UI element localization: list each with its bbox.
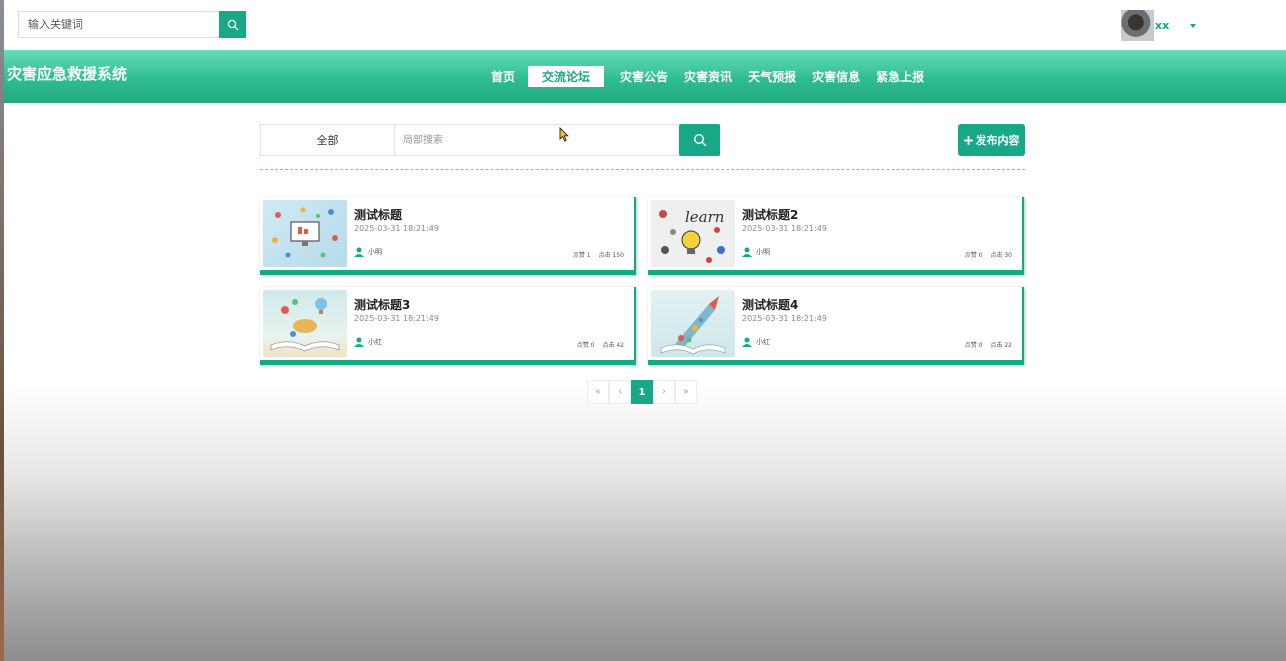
rocket-book-illustration-icon [660, 296, 726, 355]
local-search-input[interactable] [395, 125, 719, 155]
post-card[interactable]: 测试标题4 2025-03-31 18:21:49 小红 点赞 0 点击 22 [648, 287, 1024, 365]
page-current-button[interactable]: 1 [631, 380, 653, 404]
monitor-illustration-icon [272, 207, 338, 258]
page-prev-button[interactable]: ‹ [609, 380, 631, 404]
mouse-pointer-icon [559, 127, 569, 142]
nav-item-forum[interactable]: 交流论坛 [528, 66, 605, 87]
post-thumbnail[interactable]: learn [651, 200, 735, 267]
post-card[interactable]: 测试标题3 2025-03-31 18:21:49 小红 点赞 0 点击 42 [260, 287, 636, 365]
page-next-button[interactable]: › [653, 380, 675, 404]
global-search-button[interactable] [219, 11, 246, 38]
post-clicks: 点击 42 [602, 342, 624, 349]
post-author: 小明 [354, 247, 382, 257]
post-author-name: 小红 [368, 338, 382, 346]
post-clicks: 点击 30 [990, 252, 1012, 259]
user-icon [742, 337, 752, 347]
post-date: 2025-03-31 18:21:49 [354, 224, 439, 233]
post-author: 小明 [742, 247, 770, 257]
top-bar: xx [4, 0, 1286, 50]
post-title[interactable]: 测试标题4 [742, 296, 798, 313]
search-icon [227, 19, 238, 30]
global-search-input[interactable] [18, 11, 219, 38]
post-title[interactable]: 测试标题3 [354, 296, 410, 313]
user-icon [742, 247, 752, 257]
search-icon [693, 133, 706, 147]
nav-item-disaster-info[interactable]: 灾害信息 [812, 68, 860, 85]
post-date: 2025-03-31 18:21:49 [354, 314, 439, 323]
post-stats: 点赞 0 点击 22 [965, 340, 1012, 349]
post-card[interactable]: 测试标题 2025-03-31 18:21:49 小明 点赞 1 点击 150 [260, 197, 636, 275]
post-stats: 点赞 1 点击 150 [573, 250, 624, 259]
post-thumbnail[interactable] [263, 290, 347, 357]
nav-item-home[interactable]: 首页 [491, 68, 515, 85]
post-likes: 点赞 0 [576, 342, 595, 349]
post-stats: 点赞 0 点击 30 [965, 250, 1012, 259]
post-author: 小红 [742, 337, 770, 347]
user-menu[interactable]: xx [1121, 10, 1197, 41]
publish-button[interactable]: 发布内容 [958, 124, 1025, 156]
page-last-button[interactable]: » [675, 380, 697, 404]
post-author-name: 小明 [368, 248, 382, 256]
post-likes: 点赞 0 [964, 252, 983, 259]
open-book-illustration-icon [270, 298, 340, 352]
post-title[interactable]: 测试标题2 [742, 206, 798, 223]
post-author: 小红 [354, 337, 382, 347]
username[interactable]: xx [1155, 19, 1169, 32]
post-date: 2025-03-31 18:21:49 [742, 224, 827, 233]
post-clicks: 点击 150 [598, 252, 624, 259]
post-date: 2025-03-31 18:21:49 [742, 314, 827, 323]
svg-text:learn: learn [685, 208, 724, 226]
post-likes: 点赞 0 [964, 342, 983, 349]
user-icon [354, 337, 364, 347]
forum-toolbar: 全部 发布内容 [260, 124, 1025, 156]
post-thumbnail[interactable] [651, 290, 735, 357]
post-clicks: 点击 22 [990, 342, 1012, 349]
nav-item-weather[interactable]: 天气预报 [748, 68, 796, 85]
post-author-name: 小明 [756, 248, 770, 256]
global-search [18, 11, 246, 38]
post-card[interactable]: learn 测试标题2 2025-03-31 18:21:49 小明 点赞 0 … [648, 197, 1024, 275]
pagination: « ‹ 1 › » [587, 380, 697, 404]
post-stats: 点赞 0 点击 42 [577, 340, 624, 349]
local-search-button[interactable] [679, 124, 720, 156]
site-title: 灾害应急救援系统 [7, 65, 128, 83]
page-first-button[interactable]: « [587, 380, 609, 404]
filter-box: 全部 [260, 124, 720, 156]
avatar[interactable] [1121, 10, 1154, 41]
user-icon [354, 247, 364, 257]
nav-item-news[interactable]: 灾害资讯 [684, 68, 732, 85]
main-header: 灾害应急救援系统 首页 交流论坛 灾害公告 灾害资讯 天气预报 灾害信息 紧急上… [4, 50, 1286, 103]
nav-item-announcements[interactable]: 灾害公告 [620, 68, 668, 85]
category-select[interactable]: 全部 [261, 125, 395, 155]
lightbulb-illustration-icon: learn [659, 208, 725, 263]
nav-item-emergency-report[interactable]: 紧急上报 [876, 68, 924, 85]
section-divider [260, 169, 1025, 170]
post-likes: 点赞 1 [572, 252, 591, 259]
plus-icon [963, 135, 973, 145]
post-thumbnail[interactable] [263, 200, 347, 267]
main-nav: 首页 交流论坛 灾害公告 灾害资讯 天气预报 灾害信息 紧急上报 [491, 66, 940, 87]
chevron-down-icon[interactable] [1190, 23, 1197, 28]
post-author-name: 小红 [756, 338, 770, 346]
post-title[interactable]: 测试标题 [354, 206, 402, 223]
publish-label: 发布内容 [975, 134, 1020, 147]
